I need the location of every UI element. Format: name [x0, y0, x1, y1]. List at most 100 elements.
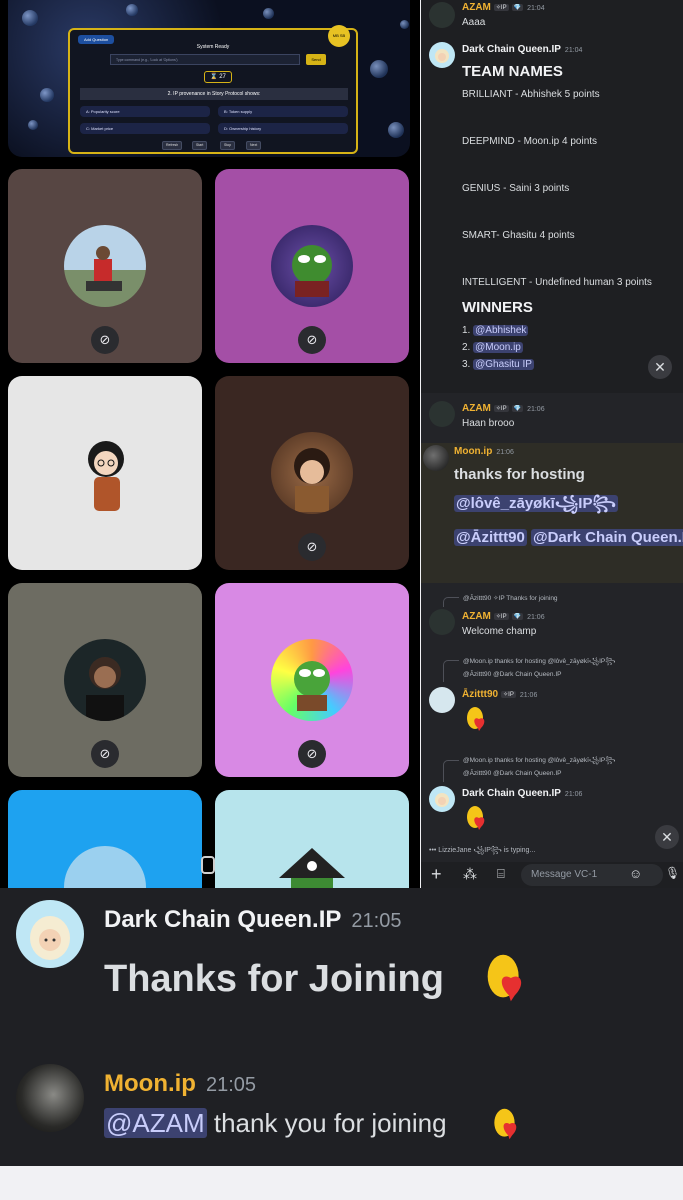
quiz-panel: Add Question System Ready Type command (…: [68, 28, 358, 154]
team-line: INTELLIGENT - Undefined human 3 points: [462, 277, 652, 288]
apps-icon[interactable]: ⁂: [463, 866, 477, 883]
reply-preview[interactable]: @Āzittt90 @Dark Chain Queen.IP: [463, 770, 561, 777]
message-text: Thanks for Joining: [104, 958, 444, 1000]
reply-preview[interactable]: @Āzittt90 @Dark Chain Queen.IP: [463, 671, 561, 678]
reply-connector: [443, 597, 459, 607]
gem-icon: 💎: [511, 613, 524, 620]
participant-avatar: [271, 432, 353, 514]
avatar: [423, 445, 449, 471]
reply-preview[interactable]: @Moon.ip thanks for hosting @lôvê_zāyøkī…: [463, 755, 615, 768]
winner-item: 2. @Moon.ip: [462, 342, 523, 353]
mic-muted-icon[interactable]: ⊘: [298, 326, 326, 354]
winners-heading: WINNERS: [462, 299, 533, 316]
composer-bar: + ⁂ ⌸ Message VC-1 ☺ 🎙: [421, 862, 683, 888]
heart-sticker-icon: [467, 806, 485, 830]
heart-sticker-icon: [494, 1108, 517, 1140]
reply-connector: [443, 760, 459, 782]
message-text: @AZAM thank you for joining: [104, 1108, 447, 1138]
message-author: Moon.ip 21:05: [104, 1070, 257, 1097]
heart-sticker-icon: [467, 707, 485, 731]
close-icon[interactable]: ✕: [655, 825, 679, 849]
participant-tile[interactable]: ⊘: [8, 169, 202, 363]
chat-panel-large: Dark Chain Queen.IP 21:05 Thanks for Join…: [0, 888, 683, 1166]
next-button[interactable]: Next: [246, 141, 262, 150]
message-text: Haan brooo: [462, 418, 515, 429]
heart-sticker-icon: [487, 954, 522, 1002]
reply-preview[interactable]: @Moon.ip thanks for hosting @lôvê_zāyøkī…: [463, 656, 615, 669]
pip-toggle-icon[interactable]: [201, 856, 215, 874]
typing-indicator: ••• LizzieJane ꧁IP꧂ is typing...: [429, 847, 536, 854]
team-line: GENIUS - Saini 3 points: [462, 183, 570, 194]
team-names-heading: TEAM NAMES: [462, 63, 563, 80]
winner-item: 3. @Ghasitu IP: [462, 359, 534, 370]
mic-muted-icon[interactable]: ⊘: [298, 740, 326, 768]
message-text: Aaaa: [462, 17, 486, 28]
avatar: [16, 1064, 84, 1132]
close-icon[interactable]: ✕: [648, 355, 672, 379]
answer-option-a[interactable]: A: Popularity score: [80, 106, 210, 117]
avatar: [16, 900, 84, 968]
avatar: [429, 401, 455, 427]
reply-preview[interactable]: @Āzittt90 ✧IP Thanks for joining: [463, 594, 558, 602]
answer-option-c[interactable]: C: Market price: [80, 123, 210, 134]
avatar: [429, 687, 455, 713]
message-input[interactable]: Message VC-1 ☺: [521, 864, 663, 886]
system-status: System Ready: [196, 44, 230, 50]
message-author: Dark Chain Queen.IP 21:06: [462, 788, 583, 799]
participant-avatar: [279, 848, 345, 888]
message-text: @Āzittt90 @Dark Chain Queen.IP: [454, 526, 683, 549]
ip-badge: ✧IP: [493, 613, 509, 620]
message-author: AZAM ✧IP 💎 21:04: [462, 2, 545, 13]
ip-badge: ✧IP: [493, 4, 509, 11]
ip-badge: ✧IP: [493, 405, 509, 412]
message-author: Āzittt90 ✧IP 21:06: [462, 689, 538, 700]
answer-option-d[interactable]: D: Ownership history: [218, 123, 348, 134]
team-line: DEEPMIND - Moon.ip 4 points: [462, 136, 598, 147]
mic-muted-icon[interactable]: ⊘: [298, 533, 326, 561]
participant-avatar: [64, 846, 146, 888]
avatar: [429, 2, 455, 28]
refresh-button[interactable]: Refresh: [162, 141, 183, 150]
participant-tile[interactable]: ⊘: [8, 583, 202, 777]
gift-icon[interactable]: ⌸: [497, 866, 505, 882]
participant-tile[interactable]: ⊘: [215, 583, 409, 777]
command-input[interactable]: Type command (e.g., 'Look at 'Options'): [110, 54, 300, 65]
message-author: AZAM ✧IP 💎 21:06: [462, 403, 545, 414]
start-button[interactable]: Start: [192, 141, 208, 150]
message-text: thanks for hosting: [454, 466, 585, 483]
question-text: 2. IP provenance in Story Protocol shows…: [80, 88, 348, 100]
mic-muted-icon[interactable]: ⊘: [91, 740, 119, 768]
participant-tile[interactable]: [8, 376, 202, 570]
quiz-game-stream: Add Question System Ready Type command (…: [8, 0, 410, 157]
avatar: [429, 42, 455, 68]
voice-call-panel: Add Question System Ready Type command (…: [0, 0, 420, 888]
message-author: Dark Chain Queen.IP 21:04: [462, 44, 583, 55]
message-text: Welcome champ: [462, 626, 537, 637]
team-line: SMART- Ghasitu 4 points: [462, 230, 575, 241]
avatar: [429, 609, 455, 635]
coin-badge: MB SB: [328, 25, 350, 47]
participant-avatar: [88, 441, 124, 511]
highlighted-message: Moon.ip 21:06 thanks for hosting @lôvê_zā…: [421, 443, 683, 583]
chat-panel-bottom: AZAM ✧IP 💎 21:06 Haan brooo Moon.ip 21:06 th…: [421, 393, 683, 888]
ip-badge: ✧IP: [501, 691, 516, 698]
message-author: AZAM ✧IP 💎 21:06: [462, 611, 545, 622]
reply-connector: [443, 660, 459, 682]
answer-option-b[interactable]: B: Token supply: [218, 106, 348, 117]
participant-tile[interactable]: ⊘: [215, 376, 409, 570]
stop-button[interactable]: Stop: [220, 141, 236, 150]
emoji-icon[interactable]: ☺: [629, 866, 642, 881]
message-author: Moon.ip 21:06: [454, 446, 514, 457]
participant-avatar: [271, 225, 353, 307]
participant-tile[interactable]: [8, 790, 202, 888]
participant-avatar: [64, 225, 146, 307]
timer: ⌛ 27: [204, 71, 232, 83]
add-question-button[interactable]: Add Question: [78, 35, 115, 44]
send-button[interactable]: Send: [306, 54, 326, 65]
add-icon[interactable]: +: [431, 864, 442, 885]
microphone-icon[interactable]: 🎙: [665, 866, 680, 880]
chat-panel-top: AZAM ✧IP 💎 21:04 Aaaa Dark Chain Queen.IP 21…: [421, 0, 683, 393]
participant-tile[interactable]: ⊘: [215, 169, 409, 363]
participant-tile[interactable]: [215, 790, 409, 888]
mic-muted-icon[interactable]: ⊘: [91, 326, 119, 354]
